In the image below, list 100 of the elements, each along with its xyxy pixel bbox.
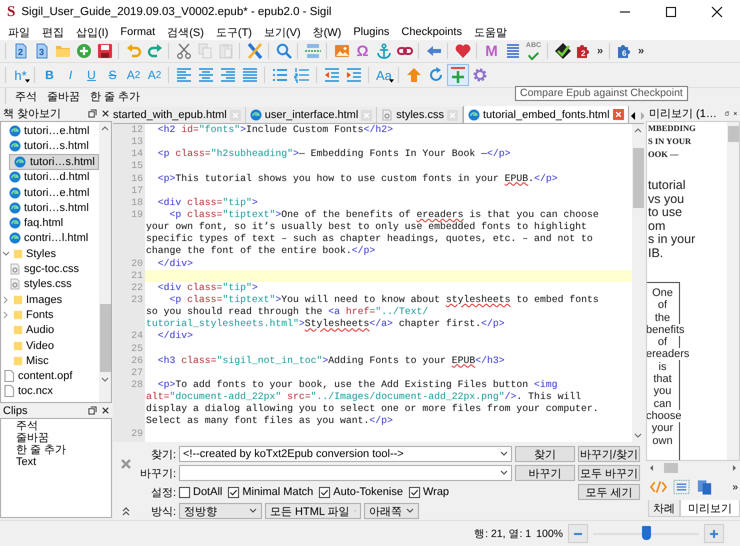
code-icon[interactable] <box>650 479 667 495</box>
tree-item[interactable]: sgc-toc.css <box>9 261 99 277</box>
overflow-button[interactable]: » <box>594 41 606 61</box>
replace-button[interactable]: 바꾸기 <box>515 465 575 481</box>
editor-tab[interactable]: tutorial_embed_fonts.html <box>462 106 629 123</box>
close-icon[interactable] <box>101 406 110 415</box>
overflow-button[interactable]: » <box>635 41 647 61</box>
dropdown[interactable]: 아래쪽 <box>364 503 419 519</box>
count-all-button[interactable]: 모두 세기 <box>578 484 640 500</box>
overflow-button[interactable]: » <box>732 482 738 492</box>
scrollbar[interactable] <box>727 122 739 460</box>
tree-item[interactable]: tutori…e.html <box>9 184 99 200</box>
toolbar-button[interactable]: 2 <box>573 41 594 61</box>
float-icon[interactable] <box>88 109 97 118</box>
preview-text: IB. <box>648 246 664 260</box>
clip-item[interactable]: Text <box>16 456 111 468</box>
menu-item[interactable]: 창(W) <box>306 24 348 40</box>
panel-tab[interactable]: 차례 <box>648 500 680 517</box>
toolbar-button[interactable]: 6 <box>614 41 635 61</box>
scrollbar-thumb[interactable] <box>100 304 110 372</box>
tree-item[interactable]: toc.ncx <box>3 384 99 400</box>
scrollbar[interactable] <box>632 124 644 442</box>
zoom-in-button[interactable] <box>704 524 724 543</box>
menu-item[interactable]: 보기(V) <box>258 24 307 40</box>
close-icon[interactable] <box>733 109 738 118</box>
checkbox[interactable] <box>319 486 330 498</box>
tree-item[interactable]: Styles <box>3 246 99 262</box>
tree-item[interactable]: tutori…s.html <box>9 138 99 154</box>
menu-item[interactable]: Format <box>114 26 162 38</box>
clip-button[interactable]: 줄바꿈 <box>42 88 85 104</box>
collapse-icon[interactable] <box>121 506 131 516</box>
code-line: <div class="tip"> <box>156 282 258 294</box>
toolbar-button[interactable]: 2 <box>10 41 31 61</box>
scrollbar-thumb[interactable] <box>632 148 644 208</box>
menu-item[interactable]: 검색(S) <box>161 24 210 40</box>
scroll-down-icon[interactable] <box>101 375 109 383</box>
code-editor[interactable] <box>113 124 632 442</box>
editor-tab[interactable]: started_with_epub.html <box>113 107 246 123</box>
toolbar-button[interactable]: 3 <box>31 41 52 61</box>
clip-button[interactable]: 한 줄 추가 <box>85 88 146 104</box>
checkbox[interactable] <box>179 486 190 498</box>
clip-item[interactable]: 줄바꿈 <box>16 432 111 444</box>
tree-item[interactable]: styles.css <box>9 276 99 292</box>
scroll-up-icon[interactable] <box>101 125 109 133</box>
search-icon <box>276 43 292 59</box>
menu-item[interactable]: 파일 <box>2 24 36 40</box>
line-number: 22 <box>131 282 143 293</box>
replace-field[interactable] <box>179 465 512 481</box>
tree-item[interactable]: Misc <box>3 353 99 368</box>
panel-tab[interactable]: 미리보기 <box>680 500 740 517</box>
float-icon[interactable] <box>724 109 730 118</box>
app-logo: S <box>7 4 16 20</box>
list-icon[interactable] <box>673 479 690 495</box>
dropdown[interactable]: 정방향 <box>179 503 262 519</box>
scroll-right-icon[interactable] <box>730 464 738 472</box>
checkbox[interactable] <box>228 486 240 498</box>
editor-tab[interactable]: styles.css <box>377 107 463 123</box>
tree-item[interactable]: tutori…e.html <box>9 123 99 138</box>
replace-all-button[interactable]: 모두 바꾸기 <box>578 465 640 481</box>
menu-item[interactable]: Plugins <box>347 26 396 38</box>
find-field[interactable]: <!--created by koTxt2Epub conversion tool--> <box>179 446 512 462</box>
tree-item[interactable]: tutori…d.html <box>9 170 99 185</box>
cross-icon <box>246 43 262 59</box>
tree-item[interactable]: contri…l.html <box>9 230 99 246</box>
menu-item[interactable]: 도구(T) <box>210 24 258 40</box>
scroll-down-icon[interactable] <box>634 431 642 439</box>
documents-icon[interactable] <box>696 479 713 495</box>
tree-item[interactable]: Images <box>3 292 99 308</box>
zoom-out-button[interactable] <box>568 524 588 543</box>
preview-text: One <box>652 287 673 299</box>
tree-item[interactable]: content.opf <box>3 368 99 384</box>
dropdown[interactable]: 모든 HTML 파일 <box>265 503 361 519</box>
tree-item[interactable]: faq.html <box>9 215 99 231</box>
editor-tab[interactable]: user_interface.html <box>246 107 378 123</box>
checkbox[interactable] <box>408 486 420 498</box>
scroll-left-icon[interactable] <box>648 464 656 472</box>
scrollbar-thumb[interactable] <box>728 126 738 142</box>
find-button[interactable]: 찾기 <box>515 446 575 462</box>
close-icon[interactable] <box>101 109 110 118</box>
diamond-check-icon <box>554 43 570 59</box>
replace-find-button[interactable]: 바꾸기/찾기 <box>578 446 640 462</box>
float-icon[interactable] <box>88 406 97 415</box>
menu-item[interactable]: 도움말 <box>468 24 513 40</box>
menu-item[interactable]: Checkpoints <box>395 26 468 38</box>
clip-item[interactable]: 한 줄 추가 <box>16 444 111 456</box>
menu-item[interactable]: 삽입(I) <box>70 24 114 40</box>
tree-item[interactable]: Video <box>3 338 99 354</box>
clip-item[interactable]: 주석 <box>16 420 111 432</box>
tree-item[interactable]: Fonts <box>3 307 99 323</box>
preview-text: s in your <box>648 233 696 246</box>
slider-thumb[interactable] <box>642 526 651 540</box>
scrollbar-thumb[interactable] <box>664 462 678 472</box>
tree-item[interactable]: tutori…s.html <box>9 154 99 170</box>
tree-item[interactable]: tutori…s.html <box>9 200 99 216</box>
tree-item[interactable]: Audio <box>3 322 99 338</box>
scrollbar[interactable] <box>99 122 111 402</box>
scroll-up-icon[interactable] <box>634 127 642 135</box>
tab-scroll-icon[interactable] <box>628 109 644 123</box>
clip-button[interactable]: 주석 <box>10 88 42 104</box>
menu-item[interactable]: 편집 <box>36 24 70 40</box>
